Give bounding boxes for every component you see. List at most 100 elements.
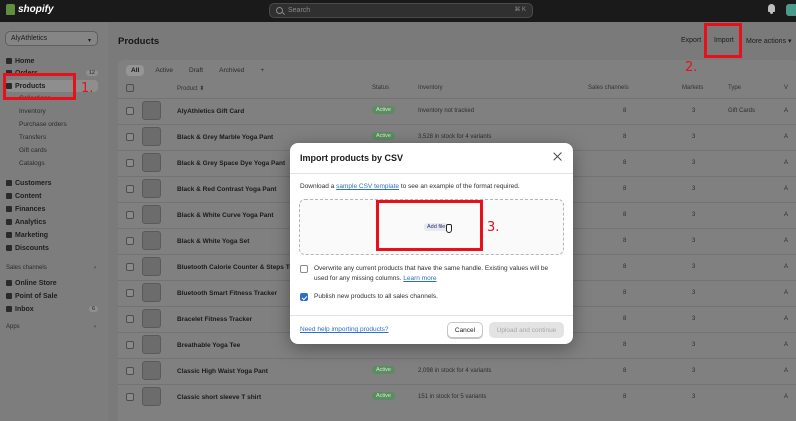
search-shortcut: ⌘ K [514, 7, 526, 13]
search-icon [276, 7, 283, 14]
store-selector[interactable]: AlyAthletics ▾ [5, 31, 98, 46]
markets-count: 3 [692, 394, 696, 400]
sidebar-item-label: Discounts [15, 244, 49, 252]
search-placeholder: Search [288, 7, 311, 14]
table-row[interactable]: Classic short sleeve T shirt Active 151 in… [118, 384, 796, 410]
row-checkbox[interactable] [126, 185, 134, 193]
product-name[interactable]: Classic High Waist Yoga Pant [177, 368, 268, 375]
column-header-status[interactable]: Status [372, 85, 389, 91]
shopify-bag-icon [6, 4, 15, 15]
sidebar-sub-gift-cards[interactable]: Gift cards [19, 147, 47, 158]
avatar[interactable] [786, 4, 796, 16]
sidebar-item-content[interactable]: Content [6, 190, 98, 202]
publish-checkbox[interactable] [300, 293, 308, 301]
row-checkbox[interactable] [126, 237, 134, 245]
product-name[interactable]: Classic short sleeve T shirt [177, 394, 261, 401]
tab-archived[interactable]: Archived [214, 65, 249, 76]
row-checkbox[interactable] [126, 289, 134, 297]
column-header-markets[interactable]: Markets [682, 85, 703, 91]
inventory-text: Inventory not tracked [418, 108, 475, 114]
product-name[interactable]: Black & White Curve Yoga Pant [177, 212, 274, 219]
sort-icon: ⬍ [199, 86, 205, 92]
sidebar-item-point-of-sale[interactable]: Point of Sale [6, 290, 98, 302]
sidebar-item-customers[interactable]: Customers [6, 177, 98, 189]
product-name[interactable]: Black & Grey Space Dye Yoga Pant [177, 160, 285, 167]
more-actions-button[interactable]: More actions ▾ [746, 37, 792, 45]
publish-option[interactable]: Publish new products to all sales channe… [300, 292, 555, 302]
product-name[interactable]: Bluetooth Calorie Counter & Steps Tr [177, 264, 292, 271]
sidebar-item-label: Point of Sale [15, 292, 58, 300]
column-product-label: Product [177, 86, 198, 92]
product-thumbnail [142, 153, 161, 172]
sales-channels-count: 8 [623, 108, 627, 114]
column-header-type[interactable]: Type [728, 85, 741, 91]
close-icon[interactable] [552, 151, 564, 163]
row-checkbox[interactable] [126, 341, 134, 349]
sidebar-sub-transfers[interactable]: Transfers [19, 134, 46, 145]
learn-more-link[interactable]: Learn more [403, 275, 436, 282]
row-checkbox[interactable] [126, 315, 134, 323]
product-name[interactable]: Bluetooth Smart Fitness Tracker [177, 290, 277, 297]
column-header-sales-channels[interactable]: Sales channels [588, 85, 629, 91]
cancel-button[interactable]: Cancel [447, 322, 483, 338]
vendor-text: A [784, 238, 789, 244]
sidebar-sub-inventory[interactable]: Inventory [19, 108, 46, 119]
product-name[interactable]: Black & Red Contrast Yoga Pant [177, 186, 276, 193]
column-header-vendor[interactable]: V [784, 85, 788, 91]
desc-text: to see an example of the format required… [399, 183, 520, 190]
row-checkbox[interactable] [126, 133, 134, 141]
product-thumbnail [142, 361, 161, 380]
product-thumbnail [142, 205, 161, 224]
row-checkbox[interactable] [126, 107, 134, 115]
add-view-button[interactable]: + [255, 65, 269, 76]
export-button[interactable]: Export [681, 37, 701, 44]
sidebar-item-finances[interactable]: Finances [6, 203, 98, 215]
tab-draft[interactable]: Draft [184, 65, 208, 76]
modal-footer: Need help importing products? Cancel Upl… [290, 315, 573, 344]
column-header-inventory[interactable]: Inventory [418, 85, 443, 91]
sidebar-item-marketing[interactable]: Marketing [6, 229, 98, 241]
select-all-checkbox[interactable] [126, 84, 134, 92]
sidebar-item-online-store[interactable]: Online Store [6, 277, 98, 289]
sales-channels-heading[interactable]: Sales channels › [6, 265, 98, 271]
markets-count: 3 [692, 160, 696, 166]
tab-all[interactable]: All [126, 65, 145, 76]
row-checkbox[interactable] [126, 263, 134, 271]
target-icon [6, 232, 12, 238]
search-input[interactable]: Search ⌘ K [269, 3, 533, 18]
upload-and-continue-button[interactable]: Upload and continue [489, 322, 564, 338]
tab-active[interactable]: Active [150, 65, 178, 76]
desc-text: Download a [300, 183, 337, 190]
bell-icon[interactable] [767, 4, 776, 14]
product-name[interactable]: Black & White Yoga Set [177, 238, 249, 245]
sidebar-item-home[interactable]: Home [6, 55, 98, 67]
product-name[interactable]: Black & Grey Marble Yoga Pant [177, 134, 273, 141]
column-header-product[interactable]: Product ⬍ [177, 85, 204, 92]
product-name[interactable]: AlyAthletics Gift Card [177, 108, 244, 115]
overwrite-checkbox[interactable] [300, 265, 308, 273]
apps-heading[interactable]: Apps › [6, 324, 98, 330]
home-icon [6, 58, 12, 64]
product-thumbnail [142, 179, 161, 198]
sidebar-item-inbox[interactable]: Inbox 6 [6, 303, 98, 315]
row-checkbox[interactable] [126, 367, 134, 375]
markets-count: 3 [692, 108, 696, 114]
chevron-down-icon: ▾ [87, 38, 91, 44]
product-name[interactable]: Bracelet Fitness Tracker [177, 316, 252, 323]
modal-header: Import products by CSV [290, 143, 573, 174]
row-checkbox[interactable] [126, 159, 134, 167]
sidebar-item-discounts[interactable]: Discounts [6, 242, 98, 254]
sidebar-sub-catalogs[interactable]: Catalogs [19, 160, 45, 171]
table-row[interactable]: Classic High Waist Yoga Pant Active 2,098 … [118, 358, 796, 384]
row-checkbox[interactable] [126, 393, 134, 401]
overwrite-option[interactable]: Overwrite any current products that have… [300, 264, 555, 284]
help-importing-link[interactable]: Need help importing products? [300, 326, 389, 333]
sample-csv-template-link[interactable]: sample CSV template [336, 183, 399, 190]
sidebar-sub-purchase-orders[interactable]: Purchase orders [19, 121, 67, 132]
row-checkbox[interactable] [126, 211, 134, 219]
table-row[interactable]: AlyAthletics Gift Card Active Inventory no… [118, 98, 796, 124]
sidebar-item-analytics[interactable]: Analytics [6, 216, 98, 228]
top-bar: shopify Search ⌘ K [0, 0, 796, 22]
shopify-logo[interactable]: shopify [6, 4, 54, 15]
product-name[interactable]: Breathable Yoga Tee [177, 342, 240, 349]
